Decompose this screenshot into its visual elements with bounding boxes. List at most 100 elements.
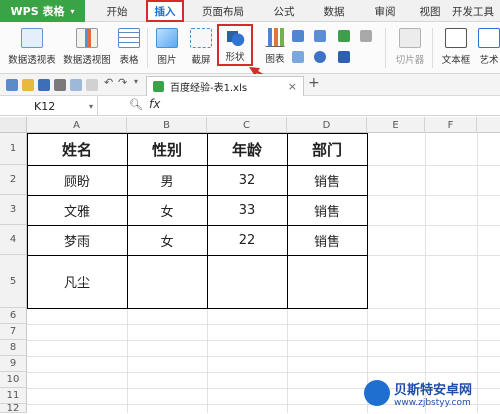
row-header-4[interactable]: 4	[0, 225, 27, 255]
tab-review[interactable]: 审阅	[360, 0, 410, 22]
cell-c4[interactable]: 22	[207, 225, 287, 255]
area-chart-icon[interactable]	[292, 51, 304, 63]
zoom-search-icon[interactable]: 🔍︎	[129, 98, 143, 111]
table-button[interactable]: 表格	[114, 22, 144, 74]
document-tab[interactable]: 百度经验-表1.xls ×	[146, 76, 304, 96]
spreadsheet-file-icon	[153, 81, 164, 92]
formula-input[interactable]	[168, 98, 498, 114]
screenshot-label: 截屏	[191, 55, 211, 66]
pivot-table-label: 数据透视表	[8, 55, 56, 66]
cell-a1[interactable]: 姓名	[27, 133, 127, 165]
cell-c5[interactable]	[207, 255, 287, 308]
other-chart-icon[interactable]	[360, 30, 372, 42]
document-tab-label: 百度经验-表1.xls	[170, 83, 248, 94]
cell-c3[interactable]: 33	[207, 195, 287, 225]
print-icon[interactable]	[54, 79, 66, 91]
redo-icon[interactable]: ↷	[118, 76, 130, 89]
art-text-button[interactable]: 艺术	[478, 22, 500, 74]
select-all-corner[interactable]	[0, 117, 27, 133]
function-fx-icon[interactable]: fx	[149, 97, 160, 111]
scatter-chart-icon[interactable]	[338, 51, 350, 63]
new-tab-plus-icon[interactable]: +	[308, 75, 320, 91]
column-header-e[interactable]: E	[367, 117, 425, 133]
cell-a4[interactable]: 梦雨	[27, 225, 127, 255]
cell-a2[interactable]: 顾盼	[27, 165, 127, 195]
cell-a5[interactable]: 凡尘	[27, 255, 127, 308]
close-icon[interactable]: ×	[288, 80, 297, 93]
row-header-9[interactable]: 9	[0, 356, 27, 372]
bar-chart-icon[interactable]	[314, 30, 326, 42]
cell-b5[interactable]	[127, 255, 207, 308]
cell-d3[interactable]: 销售	[287, 195, 367, 225]
column-header-f[interactable]: F	[425, 117, 477, 133]
tab-data[interactable]: 数据	[308, 0, 360, 22]
row-header-5[interactable]: 5	[0, 255, 27, 308]
row-header-3[interactable]: 3	[0, 195, 27, 225]
shapes-label: 形状	[225, 52, 245, 63]
picture-label: 图片	[157, 55, 177, 66]
row-header-2[interactable]: 2	[0, 165, 27, 195]
art-text-icon	[478, 28, 500, 48]
gridline	[27, 340, 500, 341]
watermark-url: www.zjbstyy.com	[394, 397, 471, 408]
chart-icon	[265, 28, 285, 47]
row-header-1[interactable]: 1	[0, 133, 27, 165]
cell-b2[interactable]: 男	[127, 165, 207, 195]
open-folder-icon[interactable]	[22, 79, 34, 91]
column-header-d[interactable]: D	[287, 117, 367, 133]
tab-start[interactable]: 开始	[92, 0, 142, 22]
ribbon-divider	[432, 28, 433, 68]
new-file-icon[interactable]	[6, 79, 18, 91]
row-header-12[interactable]: 12	[0, 403, 27, 414]
row-header-6[interactable]: 6	[0, 308, 27, 324]
chevron-down-icon: ▾	[70, 6, 75, 16]
row-header-10[interactable]: 10	[0, 372, 27, 388]
table-label: 表格	[119, 55, 139, 66]
pie-chart-icon[interactable]	[314, 51, 326, 63]
tab-view[interactable]: 视图	[410, 0, 450, 22]
format-painter-icon[interactable]	[86, 79, 98, 91]
screenshot-icon	[190, 28, 212, 48]
gridline	[27, 356, 500, 357]
column-header-a[interactable]: A	[27, 117, 127, 133]
cell-d2[interactable]: 销售	[287, 165, 367, 195]
cell-b3[interactable]: 女	[127, 195, 207, 225]
tab-formulas[interactable]: 公式	[260, 0, 308, 22]
picture-button[interactable]: 图片	[150, 22, 184, 74]
slicer-button[interactable]: 切片器	[392, 22, 428, 74]
line-chart-icon[interactable]	[338, 30, 350, 42]
shapes-button[interactable]: 形状	[217, 24, 253, 66]
cell-c2[interactable]: 32	[207, 165, 287, 195]
cell-b1[interactable]: 性别	[127, 133, 207, 165]
undo-icon[interactable]: ↶	[104, 76, 116, 89]
tab-developer[interactable]: 开发工具	[446, 0, 500, 22]
cell-a3[interactable]: 文雅	[27, 195, 127, 225]
row-header-7[interactable]: 7	[0, 324, 27, 340]
row-header-8[interactable]: 8	[0, 340, 27, 356]
wps-app-menu-button[interactable]: WPS 表格 ▾	[0, 0, 85, 22]
cell-d4[interactable]: 销售	[287, 225, 367, 255]
cell-d1[interactable]: 部门	[287, 133, 367, 165]
screenshot-button[interactable]: 截屏	[184, 22, 218, 74]
name-box[interactable]: K12 ▾	[0, 96, 98, 116]
column-chart-icon[interactable]	[292, 30, 304, 42]
save-icon[interactable]	[38, 79, 50, 91]
cell-c1[interactable]: 年龄	[207, 133, 287, 165]
cell-d5[interactable]	[287, 255, 367, 308]
chevron-down-icon[interactable]: ▾	[89, 102, 93, 111]
gridline	[477, 133, 478, 413]
textbox-button[interactable]: 文本框	[436, 22, 476, 74]
ribbon-divider	[385, 28, 386, 68]
column-header-c[interactable]: C	[207, 117, 287, 133]
tab-insert[interactable]: 插入	[146, 0, 184, 22]
pivot-chart-button[interactable]: 数据透视图	[60, 22, 114, 74]
tab-page-layout[interactable]: 页面布局	[190, 0, 256, 22]
column-header-b[interactable]: B	[127, 117, 207, 133]
qa-dropdown-icon[interactable]: ▾	[134, 77, 138, 86]
watermark-name: 贝斯特安卓网	[394, 382, 473, 398]
column-header-g[interactable]	[477, 117, 500, 133]
textbox-label: 文本框	[441, 55, 471, 66]
print-preview-icon[interactable]	[70, 79, 82, 91]
pivot-table-button[interactable]: 数据透视表	[4, 22, 60, 74]
cell-b4[interactable]: 女	[127, 225, 207, 255]
